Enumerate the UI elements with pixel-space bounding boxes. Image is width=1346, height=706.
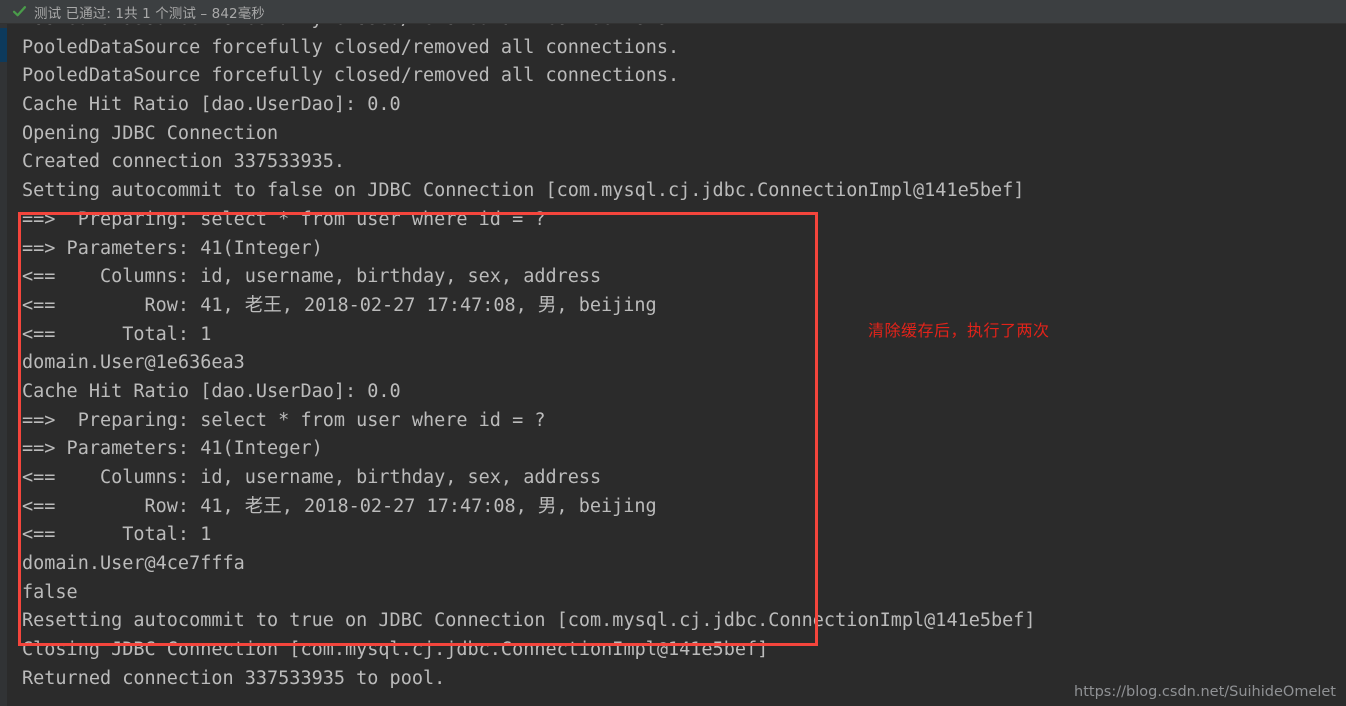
console-line: false (22, 581, 78, 603)
console-line: ==> Preparing: select * from user where … (22, 208, 546, 230)
annotation-label: 清除缓存后，执行了两次 (868, 321, 1050, 340)
console-line: domain.User@4ce7fffa (22, 553, 245, 575)
console-line: Closing JDBC Connection [com.mysql.cj.jd… (22, 639, 769, 661)
console-line: ==> Parameters: 41(Integer) (22, 237, 323, 259)
console-line: PooledDataSource forcefully closed/remov… (0, 24, 1346, 34)
console-line: ==> Parameters: 41(Integer) (22, 438, 323, 460)
console-line: <== Columns: id, username, birthday, sex… (22, 467, 602, 488)
console-line: Resetting autocommit to true on JDBC Con… (22, 610, 1036, 632)
console-line: PooledDataSource forcefully closed/remov… (22, 65, 680, 87)
console-line: domain.User@1e636ea3 (22, 352, 245, 374)
console-line: Cache Hit Ratio [dao.UserDao]: 0.0 (22, 380, 401, 402)
console-line: Setting autocommit to false on JDBC Conn… (22, 180, 1025, 202)
console-line: Created connection 337533935. (22, 151, 346, 173)
console-output-panel[interactable]: PooledDataSource forcefully closed/remov… (0, 24, 1346, 706)
check-mark-icon (12, 6, 27, 17)
console-line: Cache Hit Ratio [dao.UserDao]: 0.0 (22, 94, 401, 116)
console-log-lines: PooledDataSource forcefully closed/remov… (0, 24, 1346, 694)
console-line: <== Total: 1 (22, 323, 212, 345)
console-line: PooledDataSource forcefully closed/remov… (22, 36, 680, 58)
console-line: <== Columns: id, username, birthday, sex… (22, 266, 602, 288)
console-line: Opening JDBC Connection (22, 122, 279, 144)
console-line: <== Row: 41, 老王, 2018-02-27 17:47:08, 男,… (22, 495, 657, 517)
console-line: ==> Preparing: select * from user where … (22, 409, 546, 431)
watermark-url: https://blog.csdn.net/SuihideOmelet (1074, 684, 1336, 700)
console-line: <== Total: 1 (22, 524, 212, 546)
test-status-bar: 测试 已通过: 1共 1 个测试 – 842毫秒 (0, 0, 1346, 24)
console-line: <== Row: 41, 老王, 2018-02-27 17:47:08, 男,… (22, 294, 657, 316)
test-status-text: 测试 已通过: 1共 1 个测试 – 842毫秒 (34, 5, 265, 22)
